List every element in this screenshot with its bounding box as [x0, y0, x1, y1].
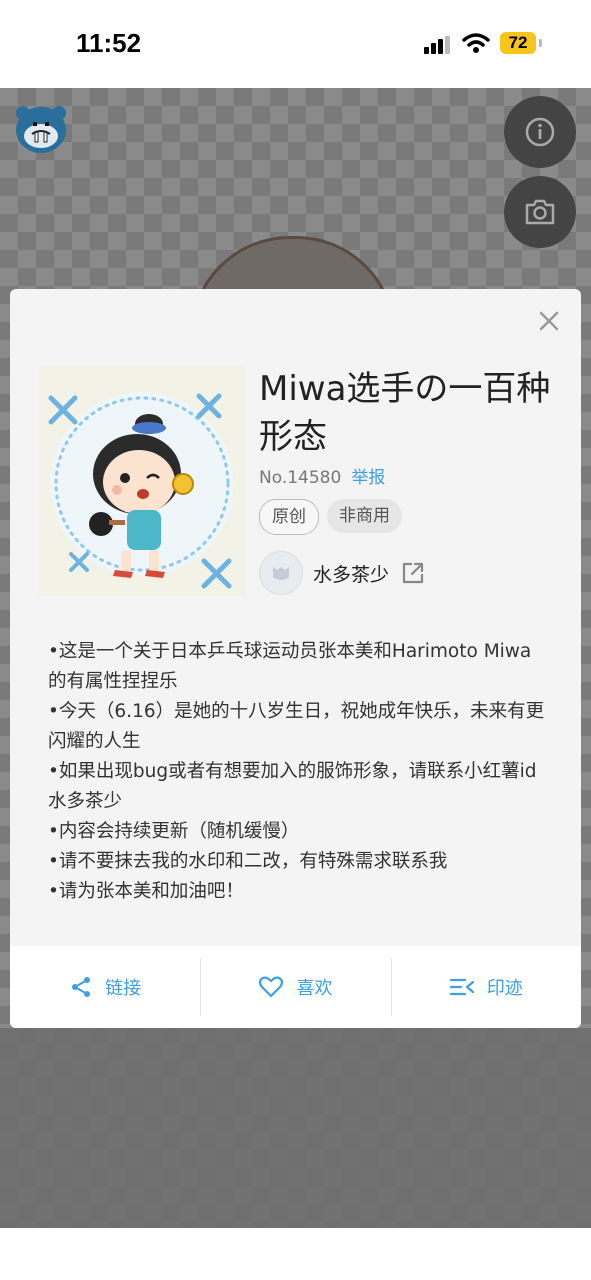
info-icon: [525, 117, 555, 147]
status-time: 11:52: [76, 28, 142, 58]
background-shade: [0, 1028, 591, 1228]
battery-indicator: 72: [500, 32, 536, 54]
like-button[interactable]: 喜欢: [200, 946, 390, 1028]
share-icon: [72, 977, 91, 997]
description-line: •如果出现bug或者有想要加入的服饰形象，请联系小红薯id 水多茶少: [48, 761, 537, 812]
traces-button[interactable]: 印迹: [390, 946, 581, 1028]
traces-label: 印迹: [486, 978, 523, 999]
camera-icon: [525, 199, 555, 225]
tag-list: 原创 非商用: [259, 499, 402, 535]
work-title: Miwa选手の一百种形态: [259, 369, 551, 457]
status-bar: 11:52 72: [0, 0, 591, 88]
avatar-icon: [273, 567, 289, 580]
description-line: •请不要抹去我的水印和二改，有特殊需求联系我: [48, 851, 448, 872]
description-line: •请为张本美和加油吧！: [48, 881, 244, 902]
signal-icon: [424, 36, 450, 54]
report-link[interactable]: 举报: [351, 468, 385, 488]
detail-dialog: Miwa选手の一百种形态 No.14580 举报 原创 非商用 水多茶少 •这是一…: [10, 289, 581, 1028]
camera-button[interactable]: [504, 176, 576, 248]
description-line: •这是一个关于日本乒乓球运动员张本美和Harimoto Miwa的有属性捏捏乐: [48, 641, 532, 692]
traces-icon: [449, 978, 474, 996]
work-description: •这是一个关于日本乒乓球运动员张本美和Harimoto Miwa的有属性捏捏乐 …: [48, 637, 548, 907]
battery-nub: [539, 39, 542, 47]
description-line: •内容会持续更新（随机缓慢）: [48, 821, 300, 842]
walrus-logo-icon[interactable]: [14, 102, 68, 156]
tag-original: 原创: [259, 499, 319, 535]
wifi-icon: [462, 33, 490, 53]
like-label: 喜欢: [296, 978, 333, 999]
avatar: [259, 551, 303, 595]
work-number: No.14580: [259, 468, 342, 488]
external-link-icon[interactable]: [401, 561, 425, 585]
close-icon[interactable]: [535, 307, 563, 335]
tag-non-commercial: 非商用: [327, 499, 402, 533]
author-link[interactable]: 水多茶少: [259, 551, 425, 595]
bottom-safe-area: [0, 1228, 591, 1280]
link-label: 链接: [105, 978, 142, 999]
info-button[interactable]: [504, 96, 576, 168]
author-name: 水多茶少: [313, 563, 390, 586]
description-line: •今天（6.16）是她的十八岁生日，祝她成年快乐，未来有更闪耀的人生: [48, 701, 545, 752]
action-bar: 链接 喜欢 印迹: [10, 946, 581, 1028]
link-button[interactable]: 链接: [10, 946, 200, 1028]
work-meta: No.14580 举报: [259, 463, 385, 488]
heart-icon: [259, 976, 284, 998]
artwork-thumbnail[interactable]: [39, 366, 245, 596]
